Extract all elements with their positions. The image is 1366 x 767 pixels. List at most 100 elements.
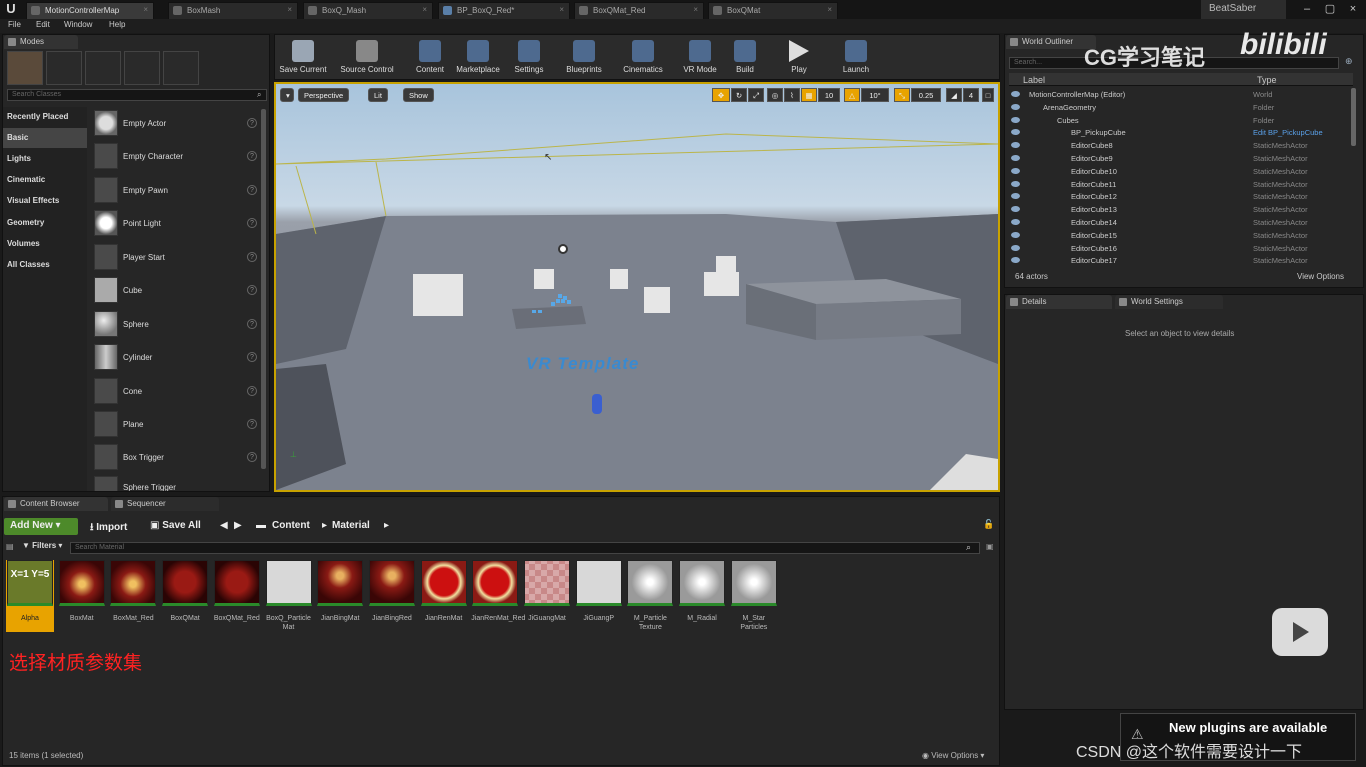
place-item-point-light[interactable]: Point Light?	[91, 209, 261, 239]
place-mode-icon[interactable]	[7, 51, 43, 85]
save-search-icon[interactable]: ▣	[986, 542, 994, 551]
breadcrumb-arrow-icon[interactable]: ▸	[378, 518, 395, 535]
visibility-eye-icon[interactable]	[1011, 91, 1020, 97]
close-window-icon[interactable]: ×	[1342, 0, 1364, 19]
help-icon[interactable]: ?	[247, 452, 257, 462]
lock-icon[interactable]: 🔓	[983, 519, 994, 530]
tab-boxqmat-red[interactable]: BoxQMat_Red ×	[574, 2, 704, 19]
outliner-row[interactable]: ArenaGeometry Folder	[1005, 101, 1355, 114]
help-icon[interactable]: ?	[247, 352, 257, 362]
close-icon[interactable]: ×	[287, 5, 292, 14]
category-geometry[interactable]: Geometry	[3, 213, 87, 233]
outliner-row[interactable]: Cubes Folder	[1005, 114, 1355, 127]
visibility-eye-icon[interactable]	[1011, 257, 1020, 264]
help-icon[interactable]: ?	[247, 218, 257, 228]
source-control-button[interactable]: Source Control	[337, 38, 397, 78]
lit-button[interactable]: Lit	[368, 88, 388, 102]
help-icon[interactable]: ?	[247, 185, 257, 195]
help-icon[interactable]: ?	[247, 118, 257, 128]
close-icon[interactable]: ×	[827, 5, 832, 14]
vr-mode-button[interactable]: VR Mode	[677, 38, 723, 78]
label-column-header[interactable]: Label	[1023, 75, 1045, 85]
world-outliner-tab[interactable]: World Outliner	[1006, 35, 1096, 49]
outliner-view-options[interactable]: View Options	[1297, 272, 1344, 281]
help-icon[interactable]: ?	[247, 419, 257, 429]
world-settings-tab[interactable]: World Settings	[1115, 295, 1223, 309]
modes-tab[interactable]: Modes	[4, 35, 78, 49]
rotation-snap-value[interactable]: 10°	[861, 88, 889, 102]
asset-tile[interactable]: JiGuangP	[575, 560, 623, 623]
landscape-mode-icon[interactable]	[85, 51, 121, 85]
asset-tile[interactable]: BoxMat_Red	[109, 560, 157, 623]
details-tab[interactable]: Details	[1006, 295, 1112, 309]
close-icon[interactable]: ×	[143, 5, 148, 14]
settings-button[interactable]: Settings	[507, 38, 551, 78]
content-browser-tab[interactable]: Content Browser	[4, 497, 108, 511]
place-item-player-start[interactable]: Player Start?	[91, 243, 261, 273]
outliner-scrollbar[interactable]	[1351, 88, 1356, 146]
tab-motioncontrollermap[interactable]: MotionControllerMap ×	[26, 2, 154, 19]
category-volumes[interactable]: Volumes	[3, 234, 87, 254]
asset-tile[interactable]: BoxQMat_Red	[213, 560, 261, 623]
content-view-options[interactable]: ◉ View Options ▾	[922, 751, 984, 760]
asset-tile[interactable]: BoxQ_Particle Mat	[265, 560, 313, 632]
visibility-eye-icon[interactable]	[1011, 193, 1020, 200]
asset-tile[interactable]: BoxMat	[58, 560, 106, 623]
import-button[interactable]: ⭳ Import	[84, 518, 133, 535]
outliner-row[interactable]: EditorCube13 StaticMeshActor	[1005, 203, 1355, 216]
launch-button[interactable]: Launch	[833, 38, 879, 78]
play-button[interactable]: Play	[781, 38, 817, 78]
modes-scrollbar[interactable]	[261, 109, 266, 469]
paint-mode-icon[interactable]	[46, 51, 82, 85]
category-recently-placed[interactable]: Recently Placed	[3, 107, 87, 127]
maximize-icon[interactable]: ▢	[1319, 0, 1341, 19]
close-icon[interactable]: ×	[559, 5, 564, 14]
foliage-mode-icon[interactable]	[124, 51, 160, 85]
place-item-cube[interactable]: Cube?	[91, 276, 261, 306]
marketplace-button[interactable]: Marketplace	[453, 38, 503, 78]
grid-snap-icon[interactable]: ▦	[801, 88, 817, 102]
visibility-eye-icon[interactable]	[1011, 231, 1020, 238]
category-visual-effects[interactable]: Visual Effects	[3, 191, 87, 211]
place-item-empty-actor[interactable]: Empty Actor?	[91, 109, 261, 139]
tab-boxqmat[interactable]: BoxQMat ×	[708, 2, 838, 19]
close-icon[interactable]: ×	[422, 5, 427, 14]
scale-snap-value[interactable]: 0.25	[911, 88, 941, 102]
visibility-eye-icon[interactable]	[1011, 103, 1020, 110]
sources-toggle-icon[interactable]: ▤	[6, 542, 14, 551]
asset-tile[interactable]: JianRenMat_Red	[471, 560, 525, 623]
place-item-cylinder[interactable]: Cylinder?	[91, 343, 261, 373]
asset-tile[interactable]: BoxQMat	[161, 560, 209, 623]
add-actor-icon[interactable]: ⊕	[1345, 56, 1353, 67]
menu-edit[interactable]: Edit	[36, 20, 50, 29]
maximize-viewport-icon[interactable]: □	[982, 88, 994, 102]
place-item-cone[interactable]: Cone?	[91, 377, 261, 407]
search-classes-input[interactable]: Search Classes	[7, 89, 267, 101]
grid-snap-value[interactable]: 10	[818, 88, 840, 102]
forward-arrow-icon[interactable]: ▶	[228, 518, 248, 535]
category-cinematic[interactable]: Cinematic	[3, 170, 87, 190]
level-viewport[interactable]: ▾ Perspective Lit Show ✥ ↻ ⤢ ◎ ⌇ ▦ 10 △ …	[274, 82, 1000, 492]
outliner-row[interactable]: EditorCube12 StaticMeshActor	[1005, 190, 1355, 203]
build-button[interactable]: Build	[727, 38, 763, 78]
scale-tool-icon[interactable]: ⤢	[748, 88, 764, 102]
show-button[interactable]: Show	[403, 88, 434, 102]
tab-boxq-mash[interactable]: BoxQ_Mash ×	[303, 2, 433, 19]
menu-help[interactable]: Help	[109, 20, 125, 29]
add-new-button[interactable]: Add New ▾	[4, 518, 78, 535]
help-icon[interactable]: ?	[247, 252, 257, 262]
visibility-eye-icon[interactable]	[1011, 219, 1020, 225]
filters-button[interactable]: ▼ Filters ▾	[22, 541, 62, 554]
visibility-eye-icon[interactable]	[1011, 244, 1020, 251]
camera-speed-value[interactable]: 4	[963, 88, 979, 102]
search-material-input[interactable]: Search Material	[70, 542, 980, 554]
perspective-button[interactable]: Perspective	[298, 88, 350, 102]
asset-tile[interactable]: JianBingMat	[316, 560, 364, 623]
asset-tile[interactable]: JianBingRed	[368, 560, 416, 623]
asset-tile[interactable]: M_Particle Texture	[626, 560, 674, 632]
viewport-options-chevron-icon[interactable]: ▾	[280, 88, 294, 102]
help-icon[interactable]: ?	[247, 386, 257, 396]
rotate-tool-icon[interactable]: ↻	[731, 88, 747, 102]
cinematics-button[interactable]: Cinematics	[619, 38, 667, 78]
bilibili-play-icon[interactable]	[1272, 608, 1328, 656]
